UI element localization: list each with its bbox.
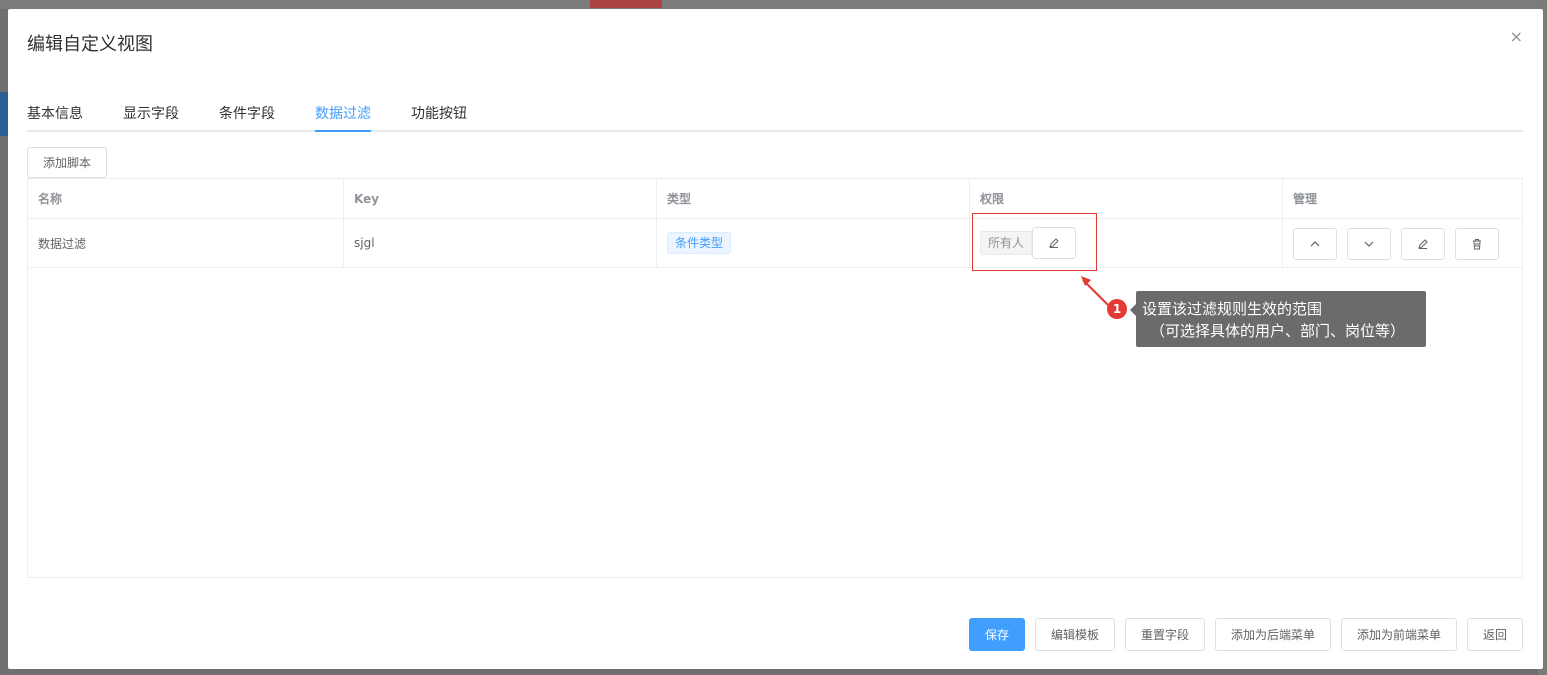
column-header-permission: 权限 [970,179,1283,218]
backdrop-sidebar-accent [0,92,8,136]
column-header-key: Key [344,179,657,218]
move-down-button[interactable] [1347,228,1391,260]
table-header: 名称 Key 类型 权限 管理 [28,179,1522,219]
add-script-button[interactable]: 添加脚本 [27,147,107,178]
tab-basic-info[interactable]: 基本信息 [27,103,83,123]
tab-condition-fields[interactable]: 条件字段 [219,103,275,123]
pencil-icon [1418,239,1428,249]
permission-tag: 所有人 [980,231,1033,255]
column-header-type: 类型 [657,179,970,218]
column-header-name: 名称 [28,179,344,218]
move-up-button[interactable] [1293,228,1337,260]
pencil-icon [1049,238,1059,248]
add-backend-menu-button[interactable]: 添加为后端菜单 [1215,618,1331,651]
annotation-badge: 1 [1107,299,1127,319]
save-button[interactable]: 保存 [969,618,1025,651]
backdrop-top [0,0,1547,9]
cell-type: 条件类型 [657,219,970,267]
filter-table: 名称 Key 类型 权限 管理 数据过滤 sjgl 条件类型 所有人 [27,178,1523,578]
dialog-title: 编辑自定义视图 [27,34,153,55]
annotation-callout: 设置该过滤规则生效的范围 （可选择具体的用户、部门、岗位等） [1136,291,1426,347]
cell-key: sjgl [344,219,657,267]
column-header-manage: 管理 [1293,192,1318,206]
edit-row-button[interactable] [1401,228,1445,260]
cell-permission: 所有人 [970,219,1283,267]
delete-row-button[interactable] [1455,228,1499,260]
chevron-down-icon [1364,241,1374,247]
edit-permission-button[interactable] [1032,227,1077,259]
backdrop-red-button [590,0,662,8]
active-tab-indicator [315,130,371,132]
close-icon[interactable]: × [1510,29,1523,45]
tab-function-buttons[interactable]: 功能按钮 [411,103,467,123]
tab-data-filter[interactable]: 数据过滤 [315,103,371,123]
reset-fields-button[interactable]: 重置字段 [1125,618,1205,651]
tab-bar: 基本信息 显示字段 条件字段 数据过滤 功能按钮 [27,97,1523,132]
back-button[interactable]: 返回 [1467,618,1523,651]
edit-template-button[interactable]: 编辑模板 [1035,618,1115,651]
annotation-line1: 设置该过滤规则生效的范围 [1142,300,1323,318]
chevron-up-icon [1310,241,1320,247]
tab-display-fields[interactable]: 显示字段 [123,103,179,123]
trash-icon [1473,239,1481,250]
annotation-line2: （可选择具体的用户、部门、岗位等） [1150,322,1406,340]
cell-manage [1283,219,1522,267]
type-tag: 条件类型 [667,232,732,254]
add-frontend-menu-button[interactable]: 添加为前端菜单 [1341,618,1457,651]
cell-name: 数据过滤 [28,219,344,267]
table-row: 数据过滤 sjgl 条件类型 所有人 [28,219,1522,268]
